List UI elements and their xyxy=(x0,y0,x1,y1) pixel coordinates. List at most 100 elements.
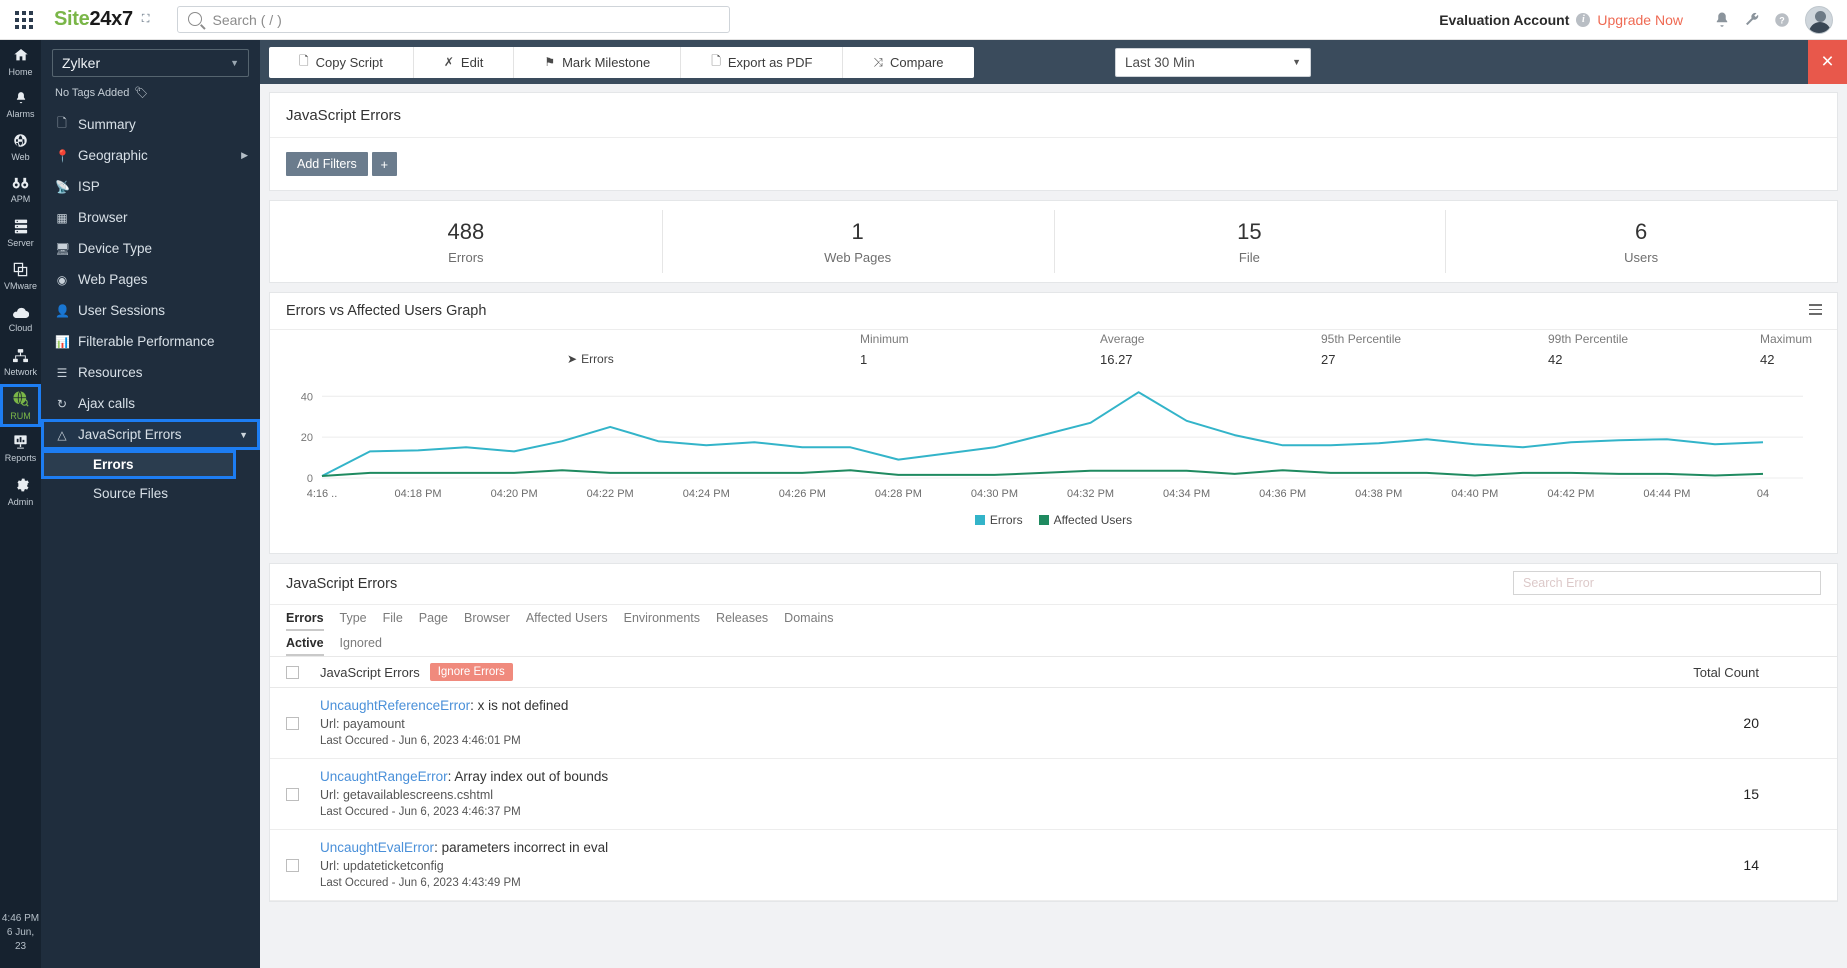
legend-item-errors[interactable]: Errors xyxy=(974,513,1023,527)
row-checkbox[interactable] xyxy=(286,716,299,730)
tags-label: No Tags Added xyxy=(55,86,130,99)
user-avatar[interactable] xyxy=(1805,5,1833,34)
legend-item-affected-users[interactable]: Affected Users xyxy=(1038,513,1132,527)
ignore-errors-button[interactable]: Ignore Errors xyxy=(429,663,513,681)
monitor-selector[interactable]: Zylker ▼ xyxy=(52,49,249,77)
rail-label: APM xyxy=(10,194,31,204)
tab-browser[interactable]: Browser xyxy=(464,605,510,631)
app-launcher-icon[interactable] xyxy=(0,0,48,40)
sidebar-item-label: ISP xyxy=(78,179,100,194)
cloud-icon xyxy=(12,307,30,322)
sidebar-subitem-errors[interactable]: Errors xyxy=(41,450,236,479)
mark-milestone-button[interactable]: ⚑ Mark Milestone xyxy=(514,46,682,78)
sidebar-item-javascript-errors[interactable]: △ JavaScript Errors ▼ xyxy=(41,419,260,450)
rail-label: Home xyxy=(8,66,33,77)
sidebar-item-web-pages[interactable]: ◉ Web Pages xyxy=(41,264,260,295)
sidebar-item-ajax-calls[interactable]: ↻ Ajax calls xyxy=(41,388,260,419)
table-row[interactable]: UncaughtEvalError: parameters incorrect … xyxy=(270,830,1837,901)
tab-errors[interactable]: Errors xyxy=(286,605,324,631)
binoculars-icon xyxy=(12,177,29,193)
sidebar-item-browser[interactable]: ▦ Browser xyxy=(41,202,260,233)
tab-domains[interactable]: Domains xyxy=(784,605,833,631)
tags-row[interactable]: No Tags Added 🏷 xyxy=(41,77,260,100)
expand-icon[interactable]: ⛶ xyxy=(142,14,150,25)
subtab-active[interactable]: Active xyxy=(286,630,324,656)
tab-file[interactable]: File xyxy=(383,605,403,631)
rail-item-admin[interactable]: Admin xyxy=(0,470,41,513)
rail-item-reports[interactable]: Reports xyxy=(0,427,41,470)
error-type-link[interactable]: UncaughtReferenceError xyxy=(320,698,470,713)
row-url: Url: getavailablescreens.cshtml xyxy=(320,786,608,804)
tab-page[interactable]: Page xyxy=(419,605,448,631)
chart-card: Errors vs Affected Users Graph ➤ Errors … xyxy=(269,292,1838,554)
chart-menu-icon[interactable] xyxy=(1809,304,1822,318)
table-row[interactable]: UncaughtRangeError: Array index out of b… xyxy=(270,759,1837,830)
svg-text:04:18 PM: 04:18 PM xyxy=(395,488,442,500)
rail-item-alarms[interactable]: Alarms xyxy=(0,83,41,126)
page-title: JavaScript Errors xyxy=(286,106,402,124)
column-header-errors: JavaScript Errors xyxy=(320,664,420,680)
sidebar-subitem-source-files[interactable]: Source Files xyxy=(41,479,260,508)
summary-value: 16.27 xyxy=(1100,352,1133,367)
add-filters-button[interactable]: Add Filters xyxy=(286,152,368,176)
upgrade-now-link[interactable]: Upgrade Now xyxy=(1597,12,1683,28)
summary-value: 42 xyxy=(1760,352,1775,367)
sidebar-item-device-type[interactable]: 🖥 Device Type xyxy=(41,233,260,264)
rail-label: Web xyxy=(11,152,30,162)
add-filter-plus-button[interactable]: + xyxy=(371,152,397,176)
error-type-link[interactable]: UncaughtRangeError xyxy=(320,769,448,784)
export-as-pdf-button[interactable]: 🗋 Export as PDF xyxy=(681,46,844,78)
summary-header: 99th Percentile xyxy=(1548,332,1629,346)
rail-item-cloud[interactable]: Cloud xyxy=(0,298,41,341)
row-checkbox[interactable] xyxy=(286,858,299,872)
search-input[interactable] xyxy=(177,6,731,33)
svg-text:04: 04 xyxy=(1757,488,1769,500)
edit-button[interactable]: ✗ Edit xyxy=(414,46,515,78)
sidebar-item-summary[interactable]: 🗋 Summary xyxy=(41,109,260,140)
wrench-icon[interactable] xyxy=(1737,5,1767,35)
row-total-count: 14 xyxy=(1743,857,1759,873)
copy-script-button[interactable]: 🗋 Copy Script xyxy=(269,46,414,78)
row-last-occured: Last Occured - Jun 6, 2023 4:46:01 PM xyxy=(320,735,521,747)
search-error-input[interactable] xyxy=(1513,571,1821,595)
rail-item-web[interactable]: Web xyxy=(0,126,41,169)
announcements-bell-icon[interactable] xyxy=(1707,5,1737,35)
row-total-count: 15 xyxy=(1743,786,1759,802)
help-icon[interactable]: ? xyxy=(1767,5,1797,35)
rail-item-home[interactable]: Home xyxy=(0,40,41,83)
tab-environments[interactable]: Environments xyxy=(624,605,700,631)
table-tabs: Errors Type File Page Browser Affected U… xyxy=(270,604,1837,631)
sidebar-item-filterable-performance[interactable]: 📊 Filterable Performance xyxy=(41,326,260,357)
tab-releases[interactable]: Releases xyxy=(716,605,768,631)
row-checkbox[interactable] xyxy=(286,787,299,801)
sidebar-item-isp[interactable]: 📡 ISP xyxy=(41,171,260,202)
url-label: Url: xyxy=(320,788,340,802)
row-cells: UncaughtRangeError: Array index out of b… xyxy=(320,768,608,820)
rail-item-server[interactable]: Server xyxy=(0,212,41,255)
time-period-selector[interactable]: Last 30 Min ▼ xyxy=(1115,47,1311,77)
compare-button[interactable]: ⤨ Compare xyxy=(843,47,973,78)
rail-item-network[interactable]: Network xyxy=(0,341,41,384)
rail-item-vmware[interactable]: VMware xyxy=(0,255,41,298)
sidebar-item-label: Device Type xyxy=(78,241,153,256)
rail-item-rum[interactable]: RUM xyxy=(0,384,41,427)
sidebar-item-resources[interactable]: ☰ Resources xyxy=(41,357,260,388)
global-search[interactable] xyxy=(177,6,731,33)
rail-item-apm[interactable]: APM xyxy=(0,169,41,212)
tab-type[interactable]: Type xyxy=(340,605,367,631)
error-type-link[interactable]: UncaughtEvalError xyxy=(320,840,434,855)
subtab-ignored[interactable]: Ignored xyxy=(340,630,382,656)
info-icon[interactable]: i xyxy=(1576,12,1591,27)
select-all-checkbox[interactable] xyxy=(286,665,299,679)
tab-affected-users[interactable]: Affected Users xyxy=(526,605,608,631)
close-button[interactable]: × xyxy=(1808,40,1847,84)
sidebar-item-geographic[interactable]: 📍 Geographic ▶ xyxy=(41,140,260,171)
sidebar-item-user-sessions[interactable]: 👤 User Sessions xyxy=(41,295,260,326)
svg-text:04:42 PM: 04:42 PM xyxy=(1547,488,1594,500)
summary-value: 1 xyxy=(860,352,868,367)
brand-logo[interactable]: Site24x7 xyxy=(54,8,133,31)
sidebar-item-label: Geographic xyxy=(78,148,148,163)
table-row[interactable]: UncaughtReferenceError: x is not defined… xyxy=(270,688,1837,759)
series-name: Errors xyxy=(581,352,614,366)
reports-icon xyxy=(13,434,28,452)
